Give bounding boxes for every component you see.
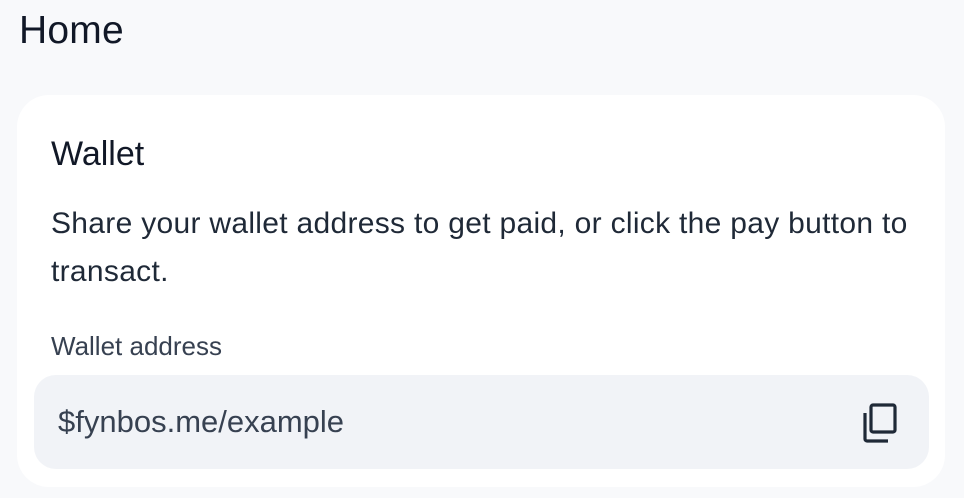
copy-icon [860, 401, 902, 445]
page-title: Home [19, 9, 124, 52]
home-page: Home Wallet Share your wallet address to… [0, 0, 964, 498]
wallet-address-input[interactable] [58, 401, 818, 443]
wallet-card-title: Wallet [51, 135, 145, 173]
wallet-card: Wallet Share your wallet address to get … [17, 95, 945, 487]
wallet-card-description: Share your wallet address to get paid, o… [51, 207, 908, 288]
copy-address-button[interactable] [860, 401, 902, 445]
wallet-address-field [34, 375, 929, 469]
wallet-address-label: Wallet address [51, 331, 222, 361]
